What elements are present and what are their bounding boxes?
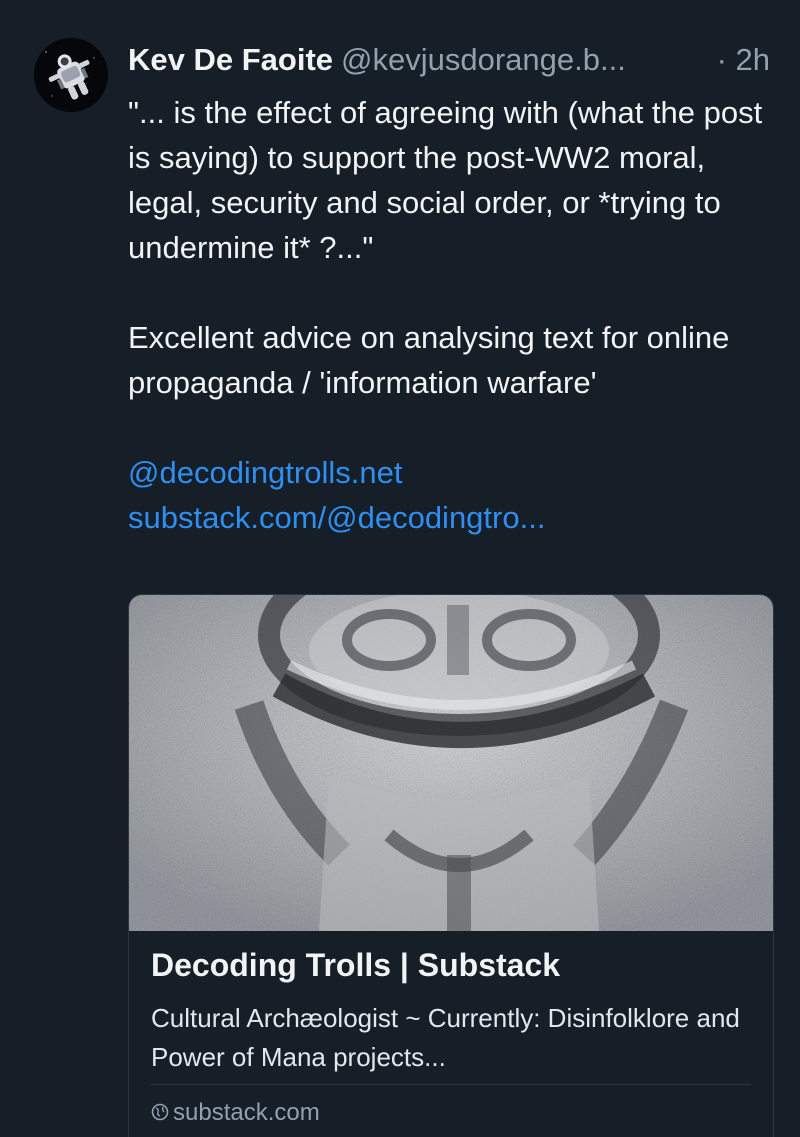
- astronaut-avatar-image: [34, 38, 108, 112]
- author-name[interactable]: Kev De Faoite: [128, 42, 333, 77]
- post-timestamp[interactable]: · 2h: [717, 40, 770, 80]
- avatar[interactable]: [34, 38, 108, 112]
- card-domain: substack.com: [151, 1099, 320, 1127]
- card-title: Decoding Trolls | Substack: [151, 947, 561, 983]
- mention-link[interactable]: @decodingtrolls.net: [128, 450, 768, 495]
- link-preview-card[interactable]: Decoding Trolls | Substack Cultural Arch…: [128, 594, 774, 1137]
- author-handle[interactable]: @kevjusdorange.b...: [341, 42, 626, 77]
- post-paragraph-quote: "... is the effect of agreeing with (wha…: [128, 95, 763, 265]
- card-description: Cultural Archæologist ~ Currently: Disin…: [151, 1003, 740, 1072]
- substack-link[interactable]: substack.com/@decodingtro...: [128, 495, 768, 540]
- post-header: Kev De Faoite @kevjusdorange.b... · 2h: [128, 40, 778, 84]
- globe-icon: [151, 1103, 169, 1121]
- post-body: "... is the effect of agreeing with (wha…: [128, 90, 768, 540]
- card-domain-text: substack.com: [173, 1099, 320, 1126]
- card-divider: [151, 1084, 751, 1085]
- post: Kev De Faoite @kevjusdorange.b... · 2h ".…: [0, 0, 800, 1137]
- card-thumbnail-image: [129, 595, 773, 931]
- post-paragraph-comment: Excellent advice on analysing text for o…: [128, 320, 730, 400]
